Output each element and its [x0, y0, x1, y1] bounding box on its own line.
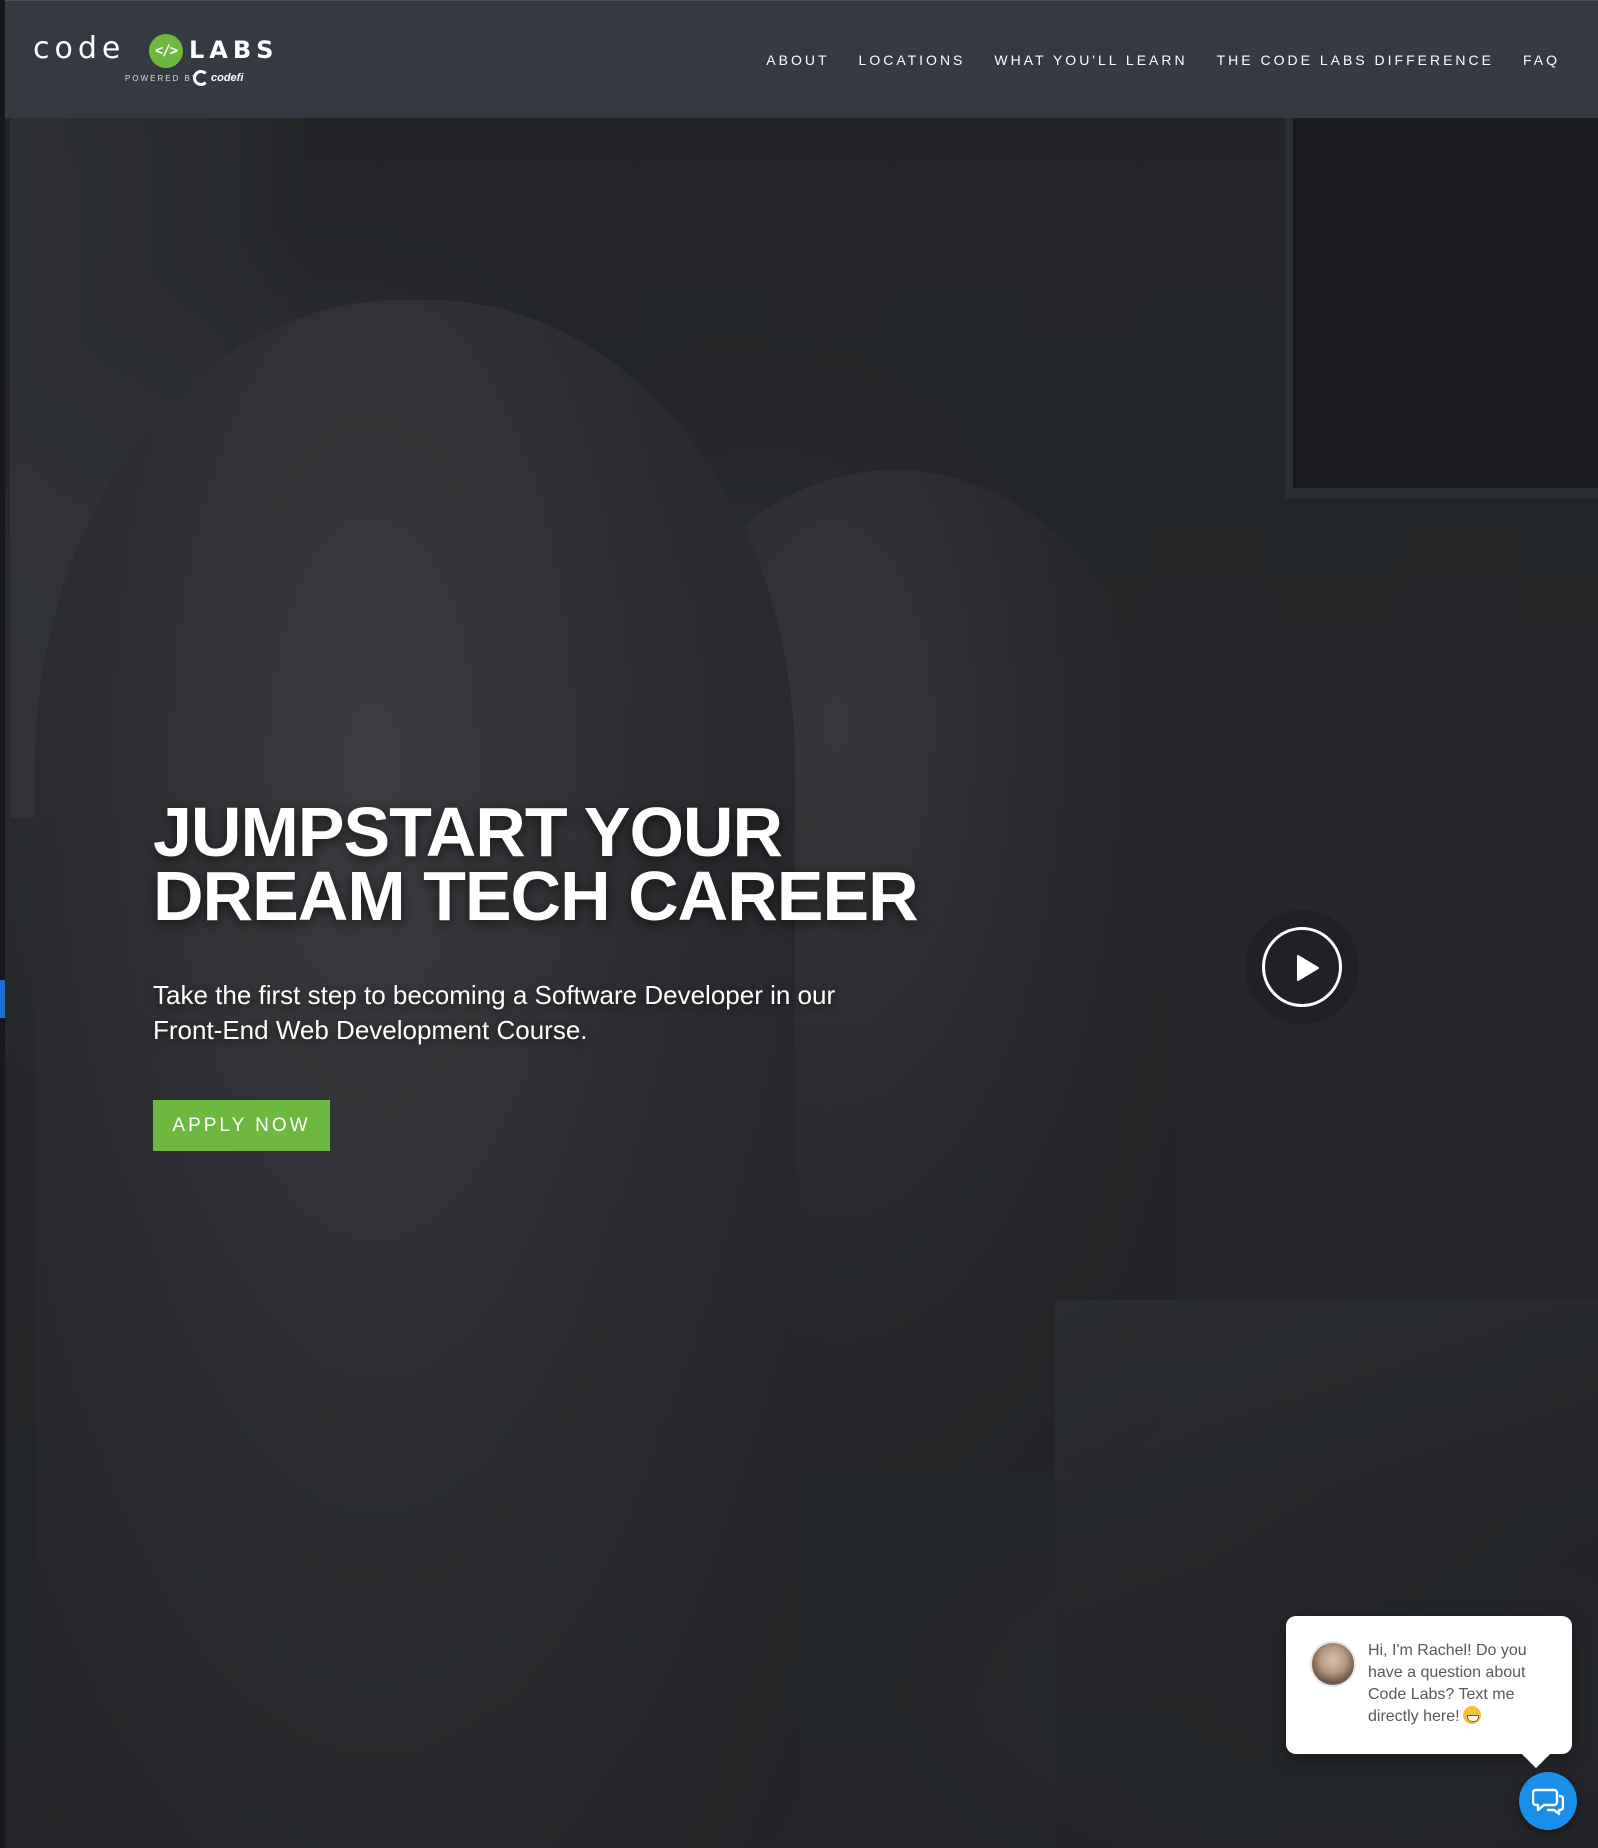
code-labs-logo[interactable]: code </> LABS POWERED BY codefi [33, 31, 273, 91]
nav-locations[interactable]: LOCATIONS [859, 49, 966, 71]
window-edge [0, 0, 5, 1848]
grinning-face-icon [1462, 1706, 1481, 1724]
play-icon [1297, 955, 1319, 981]
site-header: code </> LABS POWERED BY codefi ABOUT LO… [5, 0, 1598, 118]
play-button-ring [1262, 927, 1342, 1007]
codefi-logo-icon [193, 70, 209, 86]
page: code </> LABS POWERED BY codefi ABOUT LO… [0, 0, 1598, 1848]
code-brackets-icon: </> [149, 34, 183, 68]
logo-labs-text: LABS [189, 36, 279, 64]
chat-bubbles-icon [1532, 1788, 1564, 1816]
hero-subtitle-line1: Take the first step to becoming a Softwa… [153, 980, 836, 1010]
avatar [1310, 1641, 1356, 1687]
chat-message: Hi, I'm Rachel! Do you have a question a… [1368, 1640, 1558, 1728]
nav-about[interactable]: ABOUT [766, 49, 829, 71]
window-edge-indicator [0, 980, 5, 1018]
apply-now-button[interactable]: APPLY NOW [153, 1100, 330, 1151]
hero-subtitle: Take the first step to becoming a Softwa… [153, 978, 913, 1048]
nav-code-labs-difference[interactable]: THE CODE LABS DIFFERENCE [1217, 49, 1494, 71]
hero-title-line2: DREAM TECH CAREER [153, 857, 919, 935]
nav-what-youll-learn[interactable]: WHAT YOU'LL LEARN [994, 49, 1187, 71]
chat-message-text: Hi, I'm Rachel! Do you have a question a… [1368, 1642, 1527, 1725]
chat-greeting-bubble[interactable]: Hi, I'm Rachel! Do you have a question a… [1286, 1616, 1572, 1769]
chat-launcher-button[interactable] [1519, 1772, 1577, 1830]
nav-faq[interactable]: FAQ [1523, 49, 1560, 71]
logo-code-text: code [33, 31, 126, 66]
main-nav: ABOUT LOCATIONS WHAT YOU'LL LEARN THE CO… [737, 49, 1560, 71]
logo-codefi-text: codefi [211, 72, 244, 84]
hero-title: JUMPSTART YOUR DREAM TECH CAREER [153, 797, 973, 931]
logo-powered-by: POWERED BY [125, 74, 200, 83]
hero-subtitle-line2: Front-End Web Development Course. [153, 1015, 588, 1045]
play-video-button[interactable] [1245, 910, 1359, 1024]
